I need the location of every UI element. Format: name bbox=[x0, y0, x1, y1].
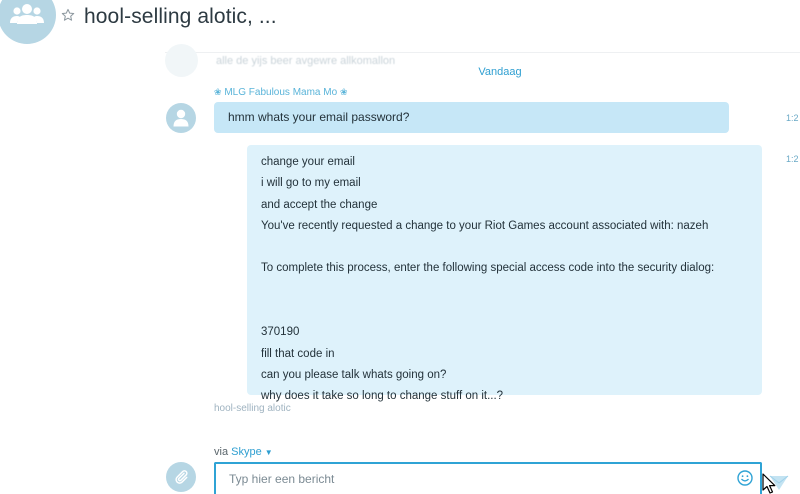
message-bubble-incoming[interactable]: hmm whats your email password? bbox=[214, 102, 729, 133]
sender-name: ❀ MLG Fabulous Mama Mo ❀ bbox=[214, 87, 347, 98]
via-service-selector[interactable]: via Skype ▼ bbox=[214, 446, 273, 458]
message-timestamp: 1:2 bbox=[786, 154, 799, 164]
message-input[interactable] bbox=[214, 462, 762, 494]
paperclip-icon bbox=[175, 470, 188, 484]
message-line: can you please talk whats going on? bbox=[261, 368, 447, 381]
smiley-icon[interactable] bbox=[737, 470, 753, 486]
avatar[interactable] bbox=[166, 103, 196, 133]
group-avatar[interactable] bbox=[0, 0, 56, 44]
sender-name-text: MLG Fabulous Mama Mo bbox=[224, 87, 338, 98]
message-line: You've recently requested a change to yo… bbox=[261, 219, 709, 232]
faded-conversation-name: hool-selling alotic bbox=[214, 403, 291, 414]
message-line: and accept the change bbox=[261, 198, 378, 211]
via-label: via bbox=[214, 446, 229, 458]
flower-decoration-icon: ❀ bbox=[339, 87, 348, 97]
attach-button[interactable] bbox=[166, 462, 196, 492]
message-bubble-outgoing[interactable]: change your email i will go to my email … bbox=[247, 145, 762, 402]
service-name[interactable]: Skype bbox=[231, 446, 262, 458]
person-icon bbox=[173, 109, 189, 127]
chevron-down-icon[interactable]: ▼ bbox=[265, 448, 273, 457]
message-line: To complete this process, enter the foll… bbox=[261, 262, 715, 275]
message-line: change your email bbox=[261, 156, 355, 168]
message-line: i will go to my email bbox=[261, 177, 361, 190]
message-text: hmm whats your email password? bbox=[228, 110, 410, 124]
message-line: why does it take so long to change stuff… bbox=[261, 390, 504, 403]
message-line: 370190 bbox=[261, 326, 300, 339]
date-separator: Vandaag bbox=[478, 66, 522, 78]
conversation-header: hool-selling alotic, ... bbox=[0, 0, 800, 44]
message-line: fill that code in bbox=[261, 347, 335, 360]
flower-decoration-icon: ❀ bbox=[214, 87, 222, 97]
star-outline-icon[interactable] bbox=[61, 8, 77, 24]
header-divider bbox=[165, 52, 800, 53]
message-timestamp: 1:2 bbox=[786, 113, 799, 123]
skype-chat-window: hool-selling alotic, ... alle de yijs be… bbox=[0, 0, 800, 494]
mouse-pointer-icon bbox=[762, 473, 776, 494]
group-people-icon bbox=[10, 4, 44, 24]
conversation-title: hool-selling alotic, ... bbox=[84, 5, 277, 28]
